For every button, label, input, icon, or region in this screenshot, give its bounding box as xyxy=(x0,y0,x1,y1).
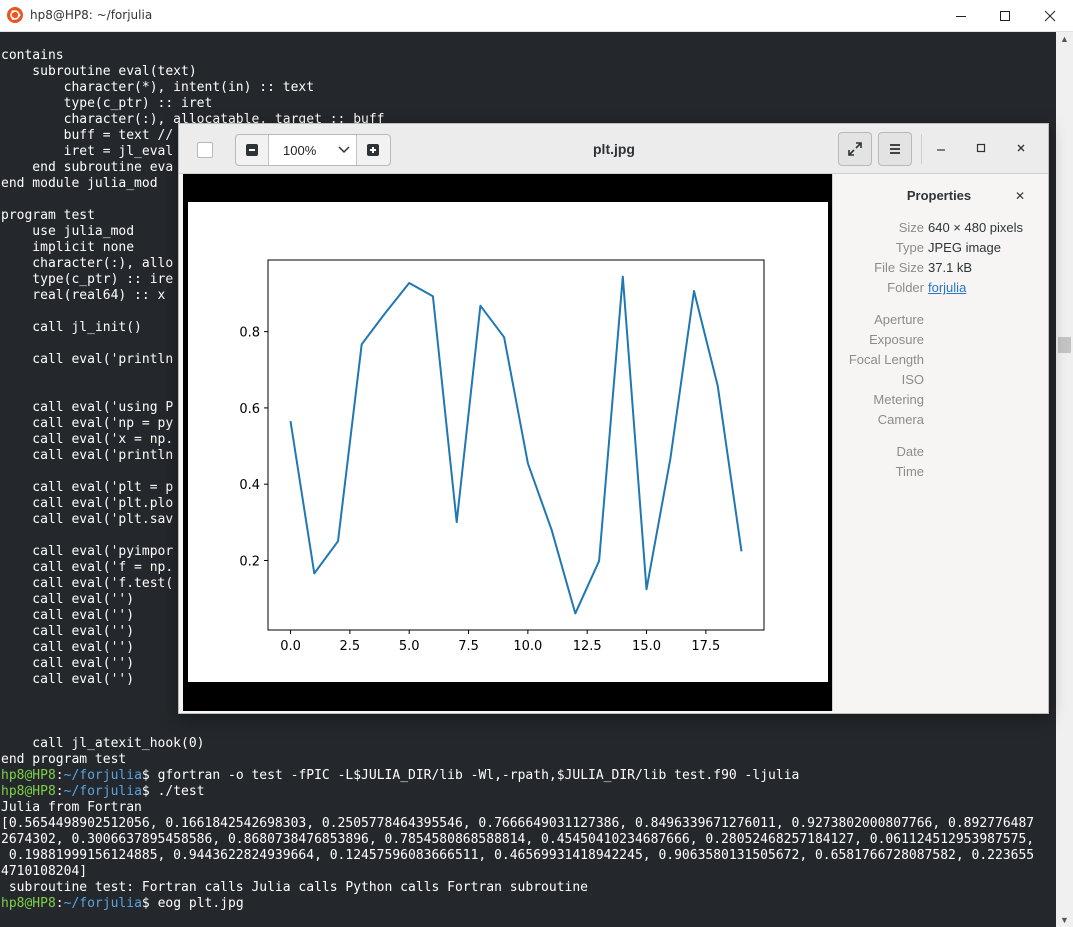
prop-file-size: File Size 37.1 kB xyxy=(874,260,973,275)
output-line: [0.5654498902512056, 0.1661842542698303,… xyxy=(1,816,1035,831)
prop-iso: ISO xyxy=(901,372,924,387)
prop-exposure: Exposure xyxy=(869,332,924,347)
zoom-in-button[interactable] xyxy=(357,135,389,165)
ubuntu-icon xyxy=(7,7,23,23)
minus-icon xyxy=(246,144,258,156)
plot-image: 0.0 2.5 5.0 7.5 10.0 12.5 15.0 17.5 0.2 0.4 0.6 0.8 xyxy=(188,202,828,682)
chevron-down-icon xyxy=(338,143,350,158)
output-line: 2674302, 0.3006637895458586, 0.868073847… xyxy=(1,832,1035,847)
output-line: subroutine test: Fortran calls Julia cal… xyxy=(1,880,588,895)
x-tick-label: 17.5 xyxy=(691,639,720,654)
terminal-scrollbar[interactable]: ▲ ▼ xyxy=(1056,32,1073,927)
y-tick-label: 0.6 xyxy=(239,402,260,417)
command-text: ./test xyxy=(157,784,205,799)
image-display-area[interactable]: 0.0 2.5 5.0 7.5 10.0 12.5 15.0 17.5 0.2 0.4 0.6 0.8 xyxy=(183,174,832,711)
prompt-line: hp8@HP8:~/forjulia$ eog plt.jpg xyxy=(1,896,244,911)
window-title: hp8@HP8: ~/forjulia xyxy=(30,8,153,22)
scrollbar-thumb[interactable] xyxy=(1058,337,1071,353)
viewer-close-button[interactable] xyxy=(1013,140,1029,156)
code-line: character(*), intent(in) :: text xyxy=(1,80,315,95)
zoom-control: 100% xyxy=(235,134,391,166)
x-tick-label: 7.5 xyxy=(458,639,479,654)
prop-type: Type JPEG image xyxy=(895,240,1001,255)
prop-date: Date xyxy=(896,444,924,459)
prompt-line: hp8@HP8:~/forjulia$ gfortran -o test -fP… xyxy=(1,768,800,783)
scroll-down-icon[interactable]: ▼ xyxy=(1056,913,1073,927)
properties-close-icon[interactable]: ✕ xyxy=(1015,189,1025,203)
prompt-line: hp8@HP8:~/forjulia$ ./test xyxy=(1,784,205,799)
properties-title: Properties xyxy=(906,188,972,203)
properties-panel: Properties ✕ Size 640 × 480 pixels Type … xyxy=(832,174,1045,711)
output-line: Julia from Fortran xyxy=(1,800,142,815)
code-line: subroutine eval(text) xyxy=(1,64,197,79)
terminal-titlebar: hp8@HP8: ~/forjulia xyxy=(0,0,1073,32)
x-tick-label: 5.0 xyxy=(399,639,420,654)
x-tick-label: 10.0 xyxy=(513,639,542,654)
command-text: gfortran -o test -fPIC -L$JULIA_DIR/lib … xyxy=(157,768,800,783)
prop-metering: Metering xyxy=(873,392,924,407)
prop-folder: Folder forjulia xyxy=(887,280,967,295)
prop-time: Time xyxy=(895,464,924,479)
output-line: 4710108204] xyxy=(1,864,88,879)
image-viewer-window: 100% plt.jpg 0.0 2.5 5.0 7.5 10.0 12.5 1… xyxy=(178,123,1049,714)
viewer-headerbar: 100% plt.jpg xyxy=(179,124,1048,174)
y-tick-label: 0.8 xyxy=(239,326,260,341)
close-button[interactable] xyxy=(1027,0,1073,31)
scroll-up-icon[interactable]: ▲ xyxy=(1056,32,1073,46)
output-line: 0.1988199915612488​5, 0.9443622824939664… xyxy=(1,848,1035,863)
viewer-minimize-button[interactable] xyxy=(933,140,949,156)
zoom-level-value: 100% xyxy=(283,142,317,158)
code-line: call jl_atexit_hook(0) xyxy=(1,736,205,751)
y-tick-label: 0.2 xyxy=(239,554,260,569)
fullscreen-button[interactable] xyxy=(838,132,872,166)
folder-link[interactable]: forjulia xyxy=(928,280,966,295)
x-tick-label: 2.5 xyxy=(340,639,361,654)
prop-aperture: Aperture xyxy=(874,312,924,327)
zoom-level-dropdown[interactable]: 100% xyxy=(269,135,357,165)
zoom-out-button[interactable] xyxy=(236,135,269,165)
viewer-title: plt.jpg xyxy=(593,141,635,157)
maximize-button[interactable] xyxy=(982,0,1028,31)
y-tick-label: 0.4 xyxy=(239,478,260,493)
prop-focal-length: Focal Length xyxy=(848,352,924,367)
viewer-maximize-button[interactable] xyxy=(973,140,989,156)
code-line: contains xyxy=(1,48,64,63)
fullscreen-icon xyxy=(848,142,862,156)
minimize-button[interactable] xyxy=(938,0,984,31)
prop-size: Size 640 × 480 pixels xyxy=(898,220,1024,235)
hamburger-icon xyxy=(890,144,900,154)
menu-button[interactable] xyxy=(878,132,912,166)
x-tick-label: 12.5 xyxy=(573,639,602,654)
prop-camera: Camera xyxy=(877,412,924,427)
plus-icon xyxy=(367,144,379,156)
command-text: eog plt.jpg xyxy=(157,896,244,911)
code-line: type(c_ptr) :: iret xyxy=(1,96,213,111)
header-separator xyxy=(921,134,922,164)
series-line xyxy=(289,275,743,615)
gallery-toggle-button[interactable] xyxy=(197,142,213,158)
x-tick-label: 15.0 xyxy=(632,639,661,654)
line-chart: 0.0 2.5 5.0 7.5 10.0 12.5 15.0 17.5 0.2 0.4 0.6 0.8 xyxy=(239,259,765,654)
code-line: end program test xyxy=(1,752,127,767)
x-tick-label: 0.0 xyxy=(280,639,301,654)
